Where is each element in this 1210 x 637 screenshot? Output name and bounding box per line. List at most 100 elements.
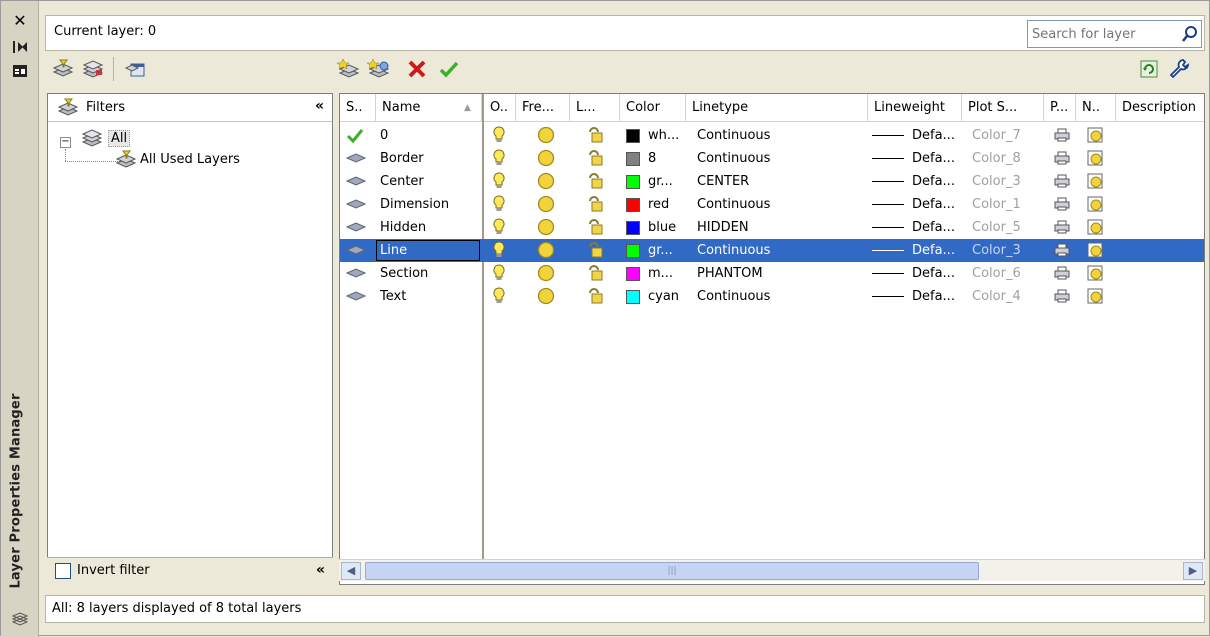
layer-color-name[interactable]: blue bbox=[648, 216, 688, 239]
layer-name[interactable]: Line bbox=[380, 239, 480, 262]
layer-name[interactable]: 0 bbox=[380, 124, 480, 147]
layer-color-name[interactable]: 8 bbox=[648, 147, 688, 170]
layer-status-icon[interactable] bbox=[346, 173, 366, 191]
layer-description[interactable] bbox=[1122, 170, 1204, 193]
color-swatch[interactable] bbox=[626, 152, 640, 166]
scroll-left-button[interactable]: ◀ bbox=[341, 562, 361, 580]
search-icon[interactable] bbox=[1181, 25, 1199, 43]
new-vp-freeze-icon[interactable] bbox=[1086, 241, 1104, 261]
settings-button[interactable] bbox=[1165, 55, 1193, 83]
column-header-freeze[interactable]: Fre... bbox=[516, 94, 570, 122]
search-input[interactable] bbox=[1027, 20, 1202, 48]
layer-linetype[interactable]: Continuous bbox=[697, 124, 867, 147]
plot-printer-icon[interactable] bbox=[1053, 127, 1071, 145]
color-swatch[interactable] bbox=[626, 244, 640, 258]
color-swatch[interactable] bbox=[626, 290, 640, 304]
plot-printer-icon[interactable] bbox=[1053, 196, 1071, 214]
layer-plot-style[interactable]: Color_6 bbox=[972, 262, 1042, 285]
bulb-on-icon[interactable] bbox=[493, 172, 505, 192]
invert-filter-checkbox[interactable] bbox=[55, 563, 71, 579]
layer-status-icon[interactable] bbox=[346, 150, 366, 168]
refresh-button[interactable] bbox=[1135, 55, 1163, 83]
unlocked-icon[interactable] bbox=[587, 149, 603, 169]
sun-thawed-icon[interactable] bbox=[536, 240, 556, 262]
layer-color-name[interactable]: gr... bbox=[648, 170, 688, 193]
layer-plot-style[interactable]: Color_7 bbox=[972, 124, 1042, 147]
layer-plot-style[interactable]: Color_5 bbox=[972, 216, 1042, 239]
plot-printer-icon[interactable] bbox=[1053, 219, 1071, 237]
layer-description[interactable] bbox=[1122, 124, 1204, 147]
collapse-filters-icon[interactable]: « bbox=[315, 98, 324, 114]
unlocked-icon[interactable] bbox=[587, 241, 603, 261]
color-swatch[interactable] bbox=[626, 129, 640, 143]
layer-row[interactable]: Dimension red Continuous Defa... Color_1 bbox=[340, 193, 1204, 216]
sun-thawed-icon[interactable] bbox=[536, 263, 556, 285]
autohide-icon[interactable] bbox=[10, 39, 30, 59]
sun-thawed-icon[interactable] bbox=[536, 194, 556, 216]
layer-description[interactable] bbox=[1122, 216, 1204, 239]
layer-lineweight[interactable]: Defa... bbox=[912, 124, 964, 147]
scroll-right-button[interactable]: ▶ bbox=[1183, 562, 1203, 580]
layer-linetype[interactable]: PHANTOM bbox=[697, 262, 867, 285]
properties-icon[interactable] bbox=[10, 63, 30, 83]
color-swatch[interactable] bbox=[626, 198, 640, 212]
column-header-status[interactable]: S.. bbox=[340, 94, 376, 122]
collapse-filters-icon[interactable]: « bbox=[316, 562, 325, 578]
layer-description[interactable] bbox=[1122, 239, 1204, 262]
layer-row[interactable]: Text cyan Continuous Defa... Color_4 bbox=[340, 285, 1204, 308]
bulb-on-icon[interactable] bbox=[493, 264, 505, 284]
layer-plot-style[interactable]: Color_4 bbox=[972, 285, 1042, 308]
layer-description[interactable] bbox=[1122, 285, 1204, 308]
layer-name[interactable]: Dimension bbox=[380, 193, 480, 216]
layer-lineweight[interactable]: Defa... bbox=[912, 170, 964, 193]
bulb-on-icon[interactable] bbox=[493, 218, 505, 238]
plot-printer-icon[interactable] bbox=[1053, 242, 1071, 260]
plot-printer-icon[interactable] bbox=[1053, 173, 1071, 191]
layer-lineweight[interactable]: Defa... bbox=[912, 239, 964, 262]
sun-thawed-icon[interactable] bbox=[536, 217, 556, 239]
invert-filter-label[interactable]: Invert filter bbox=[77, 563, 150, 578]
layer-description[interactable] bbox=[1122, 147, 1204, 170]
bulb-on-icon[interactable] bbox=[493, 149, 505, 169]
new-layer-vp-frozen-button[interactable] bbox=[365, 55, 393, 83]
column-header-linetype[interactable]: Linetype bbox=[686, 94, 868, 122]
new-vp-freeze-icon[interactable] bbox=[1086, 172, 1104, 192]
layer-color-name[interactable]: red bbox=[648, 193, 688, 216]
layer-color-name[interactable]: wh... bbox=[648, 124, 688, 147]
layer-plot-style[interactable]: Color_3 bbox=[972, 170, 1042, 193]
column-header-description[interactable]: Description bbox=[1116, 94, 1204, 122]
unlocked-icon[interactable] bbox=[587, 218, 603, 238]
layer-lineweight[interactable]: Defa... bbox=[912, 193, 964, 216]
unlocked-icon[interactable] bbox=[587, 195, 603, 215]
new-vp-freeze-icon[interactable] bbox=[1086, 264, 1104, 284]
layer-states-manager-button[interactable] bbox=[121, 55, 149, 83]
layer-row[interactable]: Hidden blue HIDDEN Defa... Color_5 bbox=[340, 216, 1204, 239]
layer-row[interactable]: 0 wh... Continuous Defa... Color_7 bbox=[340, 124, 1204, 147]
layer-lineweight[interactable]: Defa... bbox=[912, 216, 964, 239]
layer-linetype[interactable]: Continuous bbox=[697, 147, 867, 170]
bulb-on-icon[interactable] bbox=[493, 126, 505, 146]
layer-status-icon[interactable] bbox=[346, 196, 366, 214]
layer-name[interactable]: Center bbox=[380, 170, 480, 193]
layer-plot-style[interactable]: Color_8 bbox=[972, 147, 1042, 170]
column-header-plot-style[interactable]: Plot S... bbox=[962, 94, 1044, 122]
layer-row[interactable]: Section m... PHANTOM Defa... Color_6 bbox=[340, 262, 1204, 285]
layer-status-icon[interactable] bbox=[346, 219, 366, 237]
layer-color-name[interactable]: gr... bbox=[648, 239, 688, 262]
layer-row[interactable]: Border 8 Continuous Defa... Color_8 bbox=[340, 147, 1204, 170]
layer-name[interactable]: Section bbox=[380, 262, 480, 285]
layer-description[interactable] bbox=[1122, 193, 1204, 216]
tree-item-all[interactable]: All bbox=[108, 130, 131, 147]
layer-row[interactable]: Center gr... CENTER Defa... Color_3 bbox=[340, 170, 1204, 193]
layer-row[interactable]: Line gr... Continuous Defa... Color_3 bbox=[340, 239, 1204, 262]
new-vp-freeze-icon[interactable] bbox=[1086, 218, 1104, 238]
tree-item-all-used-layers[interactable]: All Used Layers bbox=[140, 152, 240, 167]
plot-printer-icon[interactable] bbox=[1053, 150, 1071, 168]
unlocked-icon[interactable] bbox=[587, 126, 603, 146]
sun-thawed-icon[interactable] bbox=[536, 286, 556, 308]
plot-printer-icon[interactable] bbox=[1053, 265, 1071, 283]
set-current-button[interactable] bbox=[435, 55, 463, 83]
layer-linetype[interactable]: Continuous bbox=[697, 285, 867, 308]
current-layer-check-icon[interactable] bbox=[346, 127, 364, 145]
plot-printer-icon[interactable] bbox=[1053, 288, 1071, 306]
